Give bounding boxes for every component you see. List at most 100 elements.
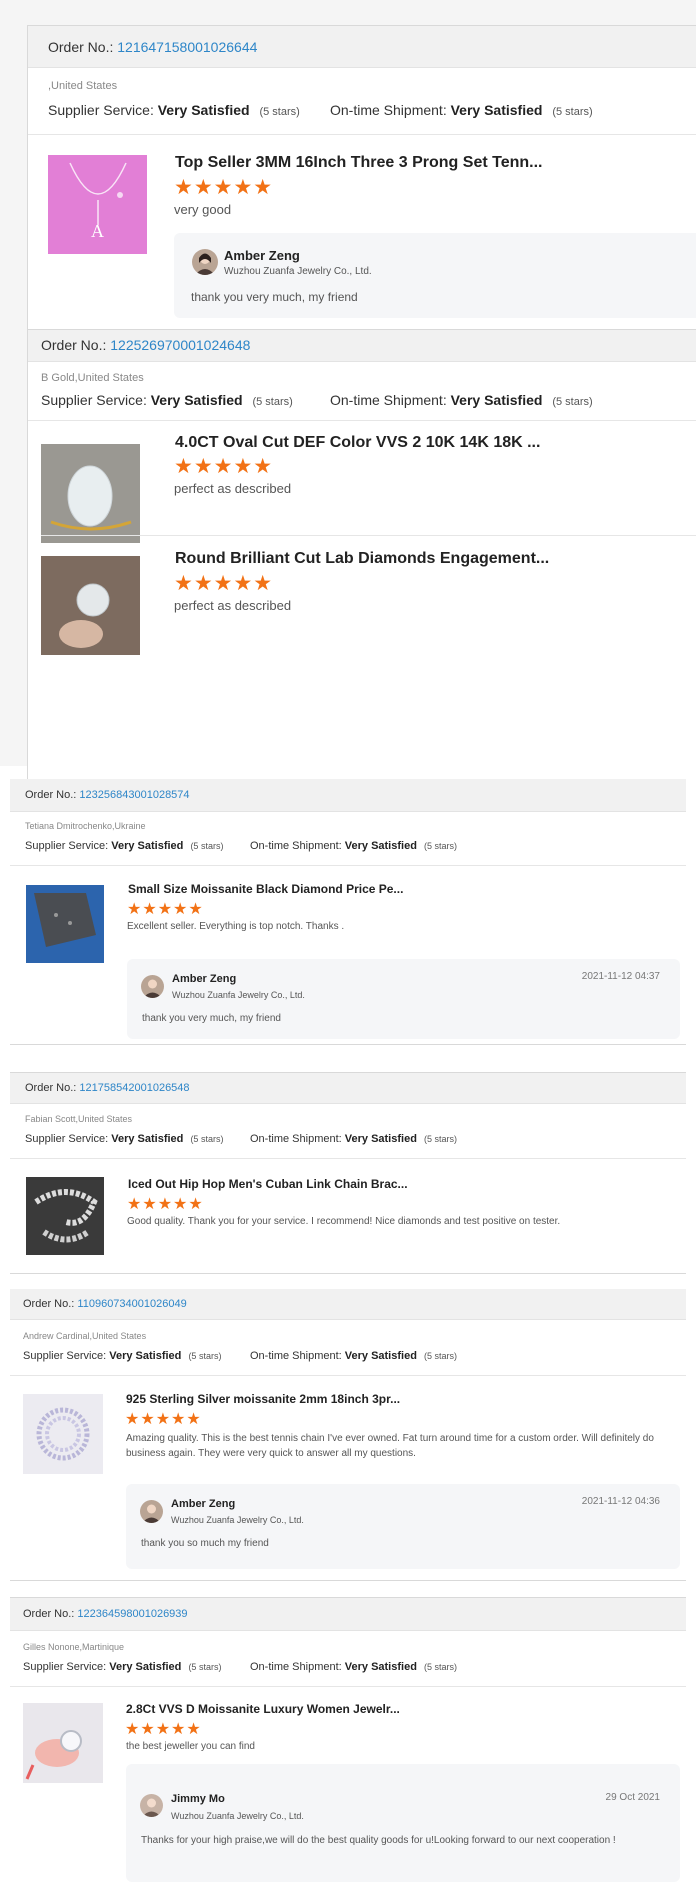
shipment-label: On-time Shipment: — [250, 840, 342, 852]
supplier-service-value: Very Satisfied — [111, 1133, 184, 1145]
cuban-chain-image — [26, 1177, 104, 1255]
product-title[interactable]: Round Brilliant Cut Lab Diamonds Engagem… — [175, 550, 695, 568]
shipment-label: On-time Shipment: — [250, 1350, 342, 1362]
round-ring-image — [41, 556, 140, 655]
avatar — [140, 1500, 163, 1523]
review-stars: ★★★★★ — [127, 1196, 204, 1213]
review-text: perfect as described — [174, 598, 292, 613]
order-number-link[interactable]: 123256843001028574 — [79, 789, 189, 801]
product-image[interactable] — [23, 1703, 103, 1783]
order-header: Order No.: 122364598001026939 — [10, 1598, 686, 1631]
supplier-service-label: Supplier Service: — [41, 392, 147, 408]
necklace-image: A — [69, 162, 127, 241]
supplier-service-label: Supplier Service: — [23, 1661, 107, 1673]
supplier-service-rating: Supplier Service: Very Satisfied (5 star… — [23, 1661, 221, 1673]
product-title[interactable]: Small Size Moissanite Black Diamond Pric… — [128, 882, 668, 896]
order-number-link[interactable]: 110960734001026049 — [77, 1298, 186, 1310]
review-text: Amazing quality. This is the best tennis… — [126, 1433, 654, 1459]
product-title[interactable]: 4.0CT Oval Cut DEF Color VVS 2 10K 14K 1… — [175, 434, 695, 452]
product-image[interactable] — [26, 1177, 104, 1255]
reply-message: Thanks for your high praise,we will do t… — [141, 1835, 616, 1846]
shipment-rating: On-time Shipment: Very Satisfied (5 star… — [250, 1350, 457, 1362]
order-header: Order No.: 123256843001028574 — [10, 779, 686, 812]
order-no-label: Order No.: — [23, 1298, 75, 1310]
divider — [10, 865, 686, 866]
shipment-value: Very Satisfied — [450, 392, 543, 408]
reply-date: 2021-11-12 04:36 — [581, 1496, 660, 1507]
product-image[interactable] — [41, 556, 140, 655]
order-card: Order No.: 122526970001024648 B Gold,Uni… — [27, 329, 696, 780]
tennis-chain-image — [23, 1394, 103, 1474]
review-text: Good quality. Thank you for your service… — [127, 1216, 561, 1227]
buyer-location: Gilles Nonone,Martinique — [23, 1642, 125, 1652]
supplier-service-rating: Supplier Service: Very Satisfied (5 star… — [41, 392, 293, 408]
shipment-rating: On-time Shipment: Very Satisfied (5 star… — [250, 1133, 457, 1145]
supplier-service-label: Supplier Service: — [48, 102, 154, 118]
order-number-link[interactable]: 122526970001024648 — [110, 337, 250, 353]
review-text: the best jeweller you can find — [126, 1741, 255, 1752]
product-title[interactable]: 2.8Ct VVS D Moissanite Luxury Women Jewe… — [126, 1702, 666, 1716]
reply-company: Wuzhou Zuanfa Jewelry Co., Ltd. — [171, 1811, 304, 1821]
shipment-label: On-time Shipment: — [250, 1661, 342, 1673]
shipment-stars: (5 stars) — [552, 396, 593, 408]
shipment-stars: (5 stars) — [423, 1134, 457, 1144]
shipment-value: Very Satisfied — [344, 1350, 417, 1362]
shipment-value: Very Satisfied — [344, 1133, 417, 1145]
product-image[interactable]: A — [48, 155, 147, 254]
order-card: Order No.: 122364598001026939 Gilles Non… — [10, 1597, 686, 1887]
supplier-reply: Amber Zeng Wuzhou Zuanfa Jewelry Co., Lt… — [174, 233, 696, 318]
product-image[interactable] — [41, 444, 140, 543]
product-title[interactable]: 925 Sterling Silver moissanite 2mm 18inc… — [126, 1392, 666, 1406]
reply-message: thank you very much, my friend — [191, 290, 358, 304]
order-number-link[interactable]: 121758542001026548 — [79, 1082, 189, 1094]
order-header: Order No.: 121647158001026644 — [28, 26, 696, 68]
buyer-location: B Gold,United States — [41, 372, 144, 384]
supplier-service-stars: (5 stars) — [190, 841, 224, 851]
shipment-label: On-time Shipment: — [330, 392, 447, 408]
reply-company: Wuzhou Zuanfa Jewelry Co., Ltd. — [171, 1515, 304, 1525]
shipment-rating: On-time Shipment: Very Satisfied (5 star… — [250, 840, 457, 852]
shipment-value: Very Satisfied — [344, 840, 417, 852]
order-header: Order No.: 121758542001026548 — [10, 1073, 686, 1104]
reply-date: 29 Oct 2021 — [605, 1792, 660, 1803]
order-card: Order No.: 123256843001028574 Tetiana Dm… — [10, 779, 686, 1045]
ring-hand-image — [23, 1703, 103, 1783]
divider — [28, 420, 696, 421]
shipment-stars: (5 stars) — [423, 1351, 457, 1361]
supplier-service-stars: (5 stars) — [190, 1134, 224, 1144]
divider — [41, 535, 696, 536]
review-stars: ★★★★★ — [125, 1411, 202, 1428]
order-number-link[interactable]: 121647158001026644 — [117, 39, 257, 55]
review-text: Excellent seller. Everything is top notc… — [127, 921, 345, 932]
order-number-link[interactable]: 122364598001026939 — [77, 1608, 187, 1620]
order-no-label: Order No.: — [48, 39, 114, 55]
review-stars: ★★★★★ — [174, 572, 274, 595]
shipment-stars: (5 stars) — [423, 1662, 457, 1672]
shipment-label: On-time Shipment: — [250, 1133, 342, 1145]
shipment-rating: On-time Shipment: Very Satisfied (5 star… — [330, 102, 593, 118]
order-no-label: Order No.: — [25, 789, 77, 801]
review-stars: ★★★★★ — [174, 176, 274, 199]
shipment-label: On-time Shipment: — [330, 102, 447, 118]
review-stars: ★★★★★ — [125, 1721, 202, 1738]
reply-name: Amber Zeng — [224, 248, 300, 263]
reply-company: Wuzhou Zuanfa Jewelry Co., Ltd. — [172, 990, 305, 1000]
shipment-rating: On-time Shipment: Very Satisfied (5 star… — [330, 392, 593, 408]
product-image[interactable] — [23, 1394, 103, 1474]
reply-company: Wuzhou Zuanfa Jewelry Co., Ltd. — [224, 266, 372, 277]
shipment-stars: (5 stars) — [552, 106, 593, 118]
supplier-service-label: Supplier Service: — [23, 1350, 107, 1362]
supplier-service-rating: Supplier Service: Very Satisfied (5 star… — [25, 840, 223, 852]
order-no-label: Order No.: — [41, 337, 107, 353]
review-text: very good — [174, 202, 232, 217]
buyer-location: Tetiana Dmitrochenko,Ukraine — [25, 821, 146, 831]
supplier-service-stars: (5 stars) — [252, 396, 293, 408]
order-no-label: Order No.: — [25, 1082, 77, 1094]
product-title[interactable]: Top Seller 3MM 16Inch Three 3 Prong Set … — [175, 154, 695, 172]
supplier-service-stars: (5 stars) — [188, 1662, 222, 1672]
reply-name: Jimmy Mo — [171, 1793, 225, 1805]
order-no-label: Order No.: — [23, 1608, 75, 1620]
buyer-location: ,United States — [48, 80, 118, 92]
product-title[interactable]: Iced Out Hip Hop Men's Cuban Link Chain … — [128, 1177, 668, 1191]
product-image[interactable] — [26, 885, 104, 963]
